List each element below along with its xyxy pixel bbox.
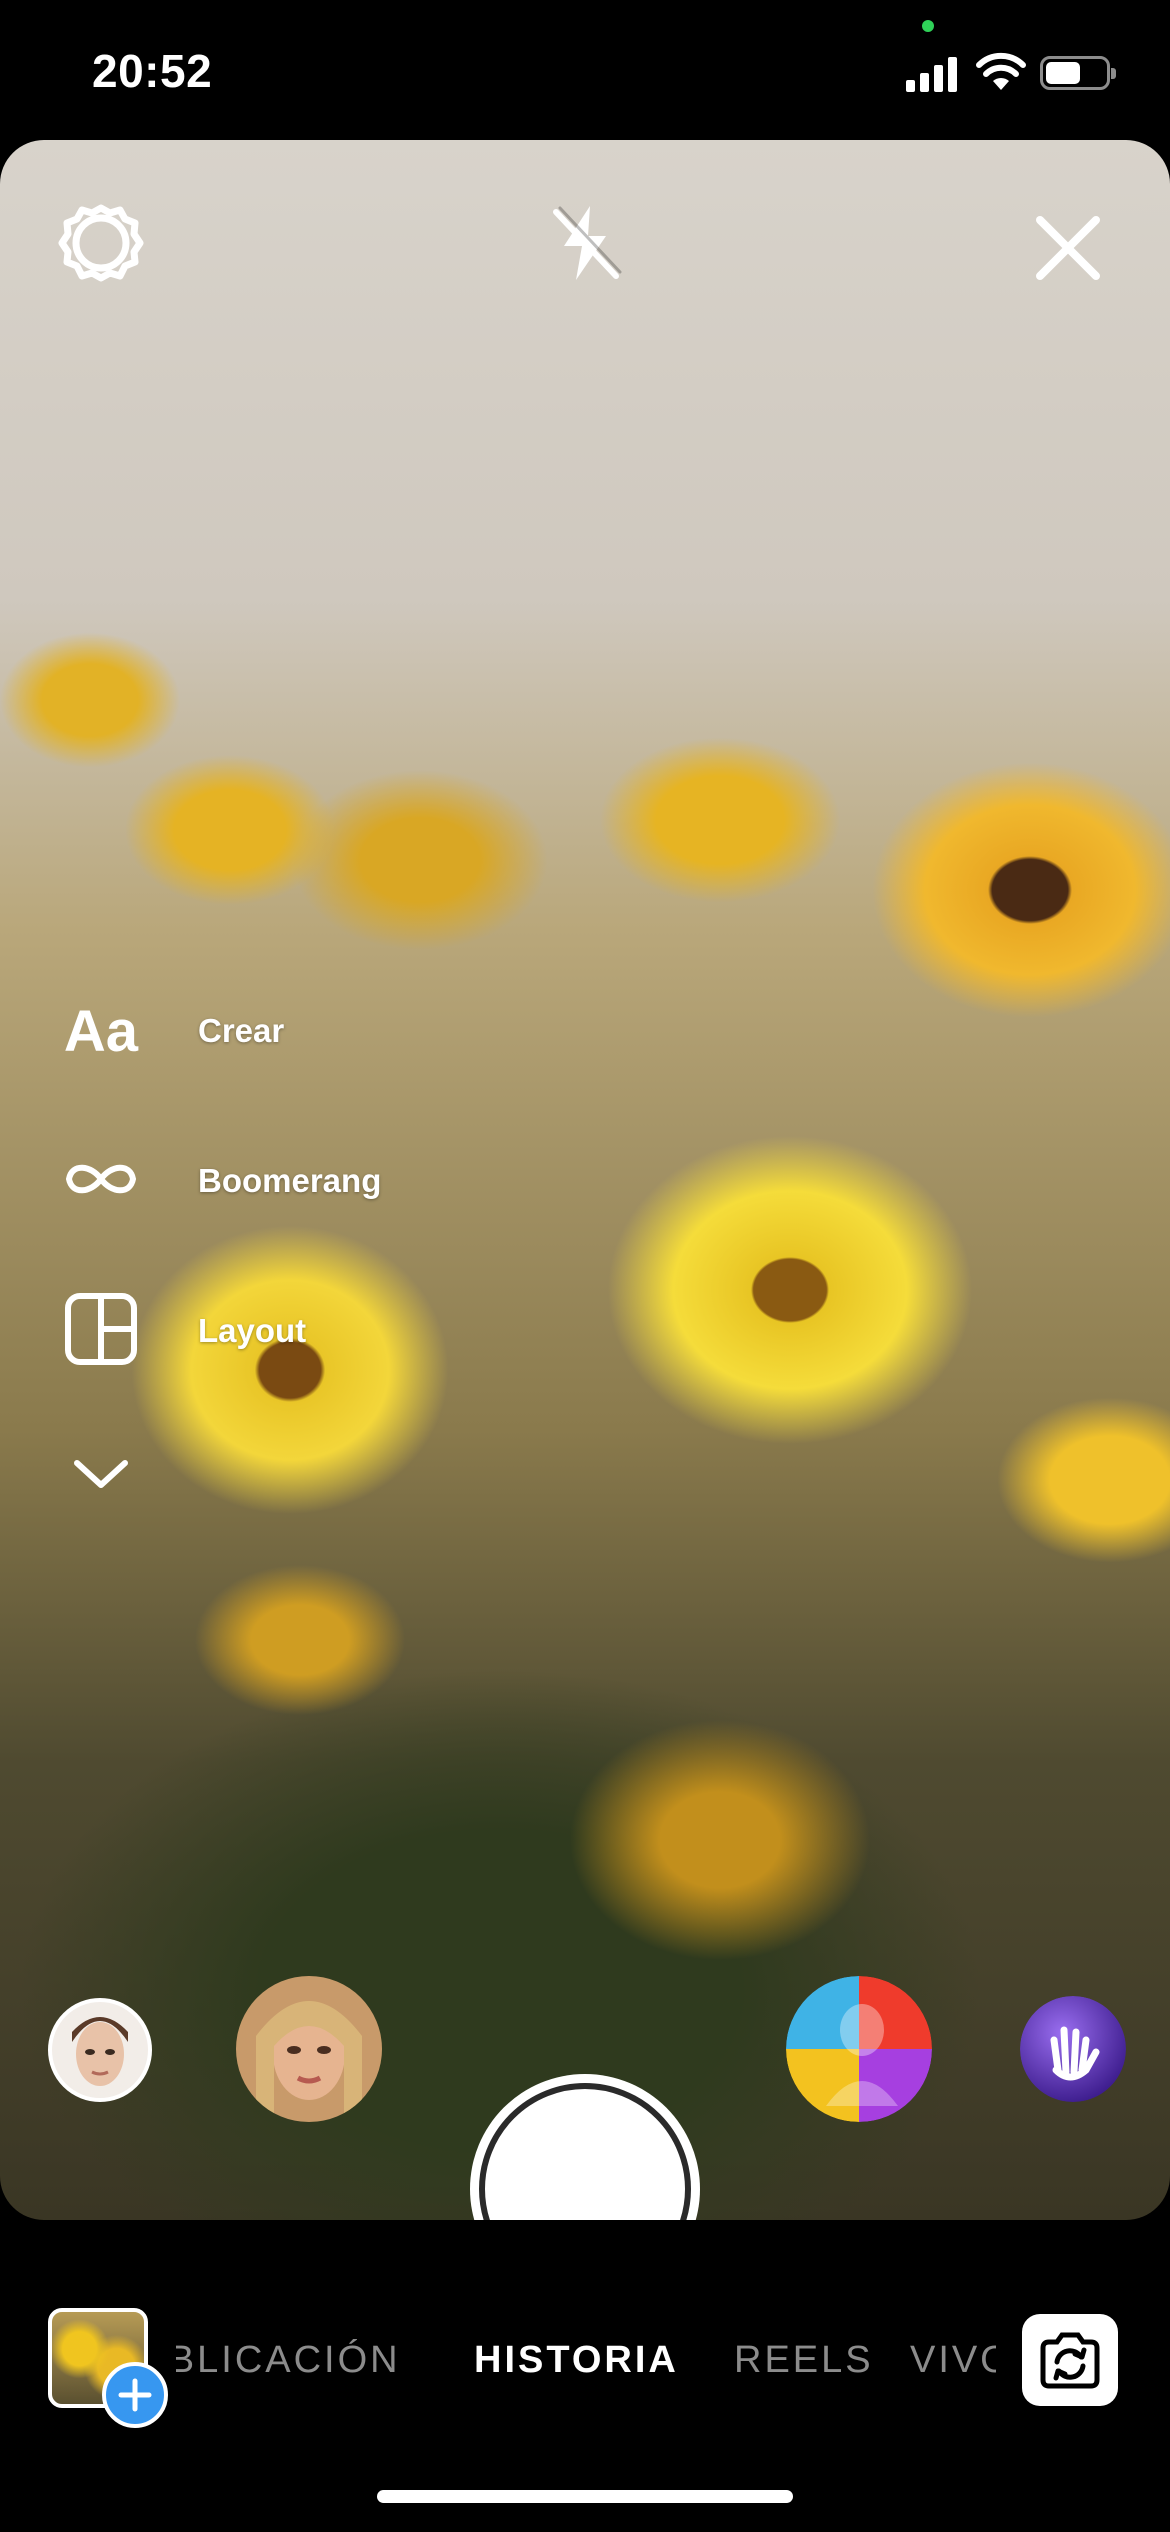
chevron-down-icon[interactable] xyxy=(60,1432,142,1514)
face-effect-avatar-2[interactable] xyxy=(236,1976,382,2122)
home-indicator[interactable] xyxy=(377,2490,793,2503)
create-text-icon[interactable]: Aa xyxy=(60,990,142,1072)
privacy-indicator-dot xyxy=(922,20,934,32)
waving-hand-effect[interactable] xyxy=(1020,1996,1126,2102)
tab-historia[interactable]: HISTORIA xyxy=(474,2320,679,2400)
mode-tabs: PUBLICACIÓN HISTORIA REELS VIVO xyxy=(176,2320,996,2400)
mode-label-crear[interactable]: Crear xyxy=(198,1012,284,1050)
shutter-button[interactable] xyxy=(470,2074,700,2220)
close-icon[interactable] xyxy=(1030,210,1106,286)
infinity-icon[interactable] xyxy=(60,1138,142,1220)
flip-camera-button[interactable] xyxy=(1022,2314,1118,2406)
mode-label-boomerang[interactable]: Boomerang xyxy=(198,1162,381,1200)
camera-viewfinder[interactable]: Aa Crear Boomerang Layout xyxy=(0,140,1170,2220)
face-effect-avatar-1[interactable] xyxy=(48,1998,152,2102)
add-icon[interactable] xyxy=(102,2362,168,2428)
signal-icon xyxy=(906,56,958,92)
flip-camera-icon xyxy=(1040,2332,1100,2389)
tab-reels[interactable]: REELS xyxy=(734,2320,874,2400)
mode-label-layout[interactable]: Layout xyxy=(198,1312,306,1350)
layout-grid-icon[interactable] xyxy=(60,1288,142,1370)
tab-vivo[interactable]: VIVO xyxy=(910,2320,996,2400)
tab-publicacion[interactable]: PUBLICACIÓN xyxy=(176,2320,401,2400)
status-bar: 20:52 xyxy=(0,0,1170,140)
color-face-effect[interactable] xyxy=(786,1976,932,2122)
status-time: 20:52 xyxy=(92,45,213,97)
settings-gear-icon[interactable] xyxy=(58,200,144,286)
battery-icon xyxy=(1040,56,1116,90)
flash-off-icon[interactable] xyxy=(542,200,628,286)
wifi-icon xyxy=(976,52,1026,90)
